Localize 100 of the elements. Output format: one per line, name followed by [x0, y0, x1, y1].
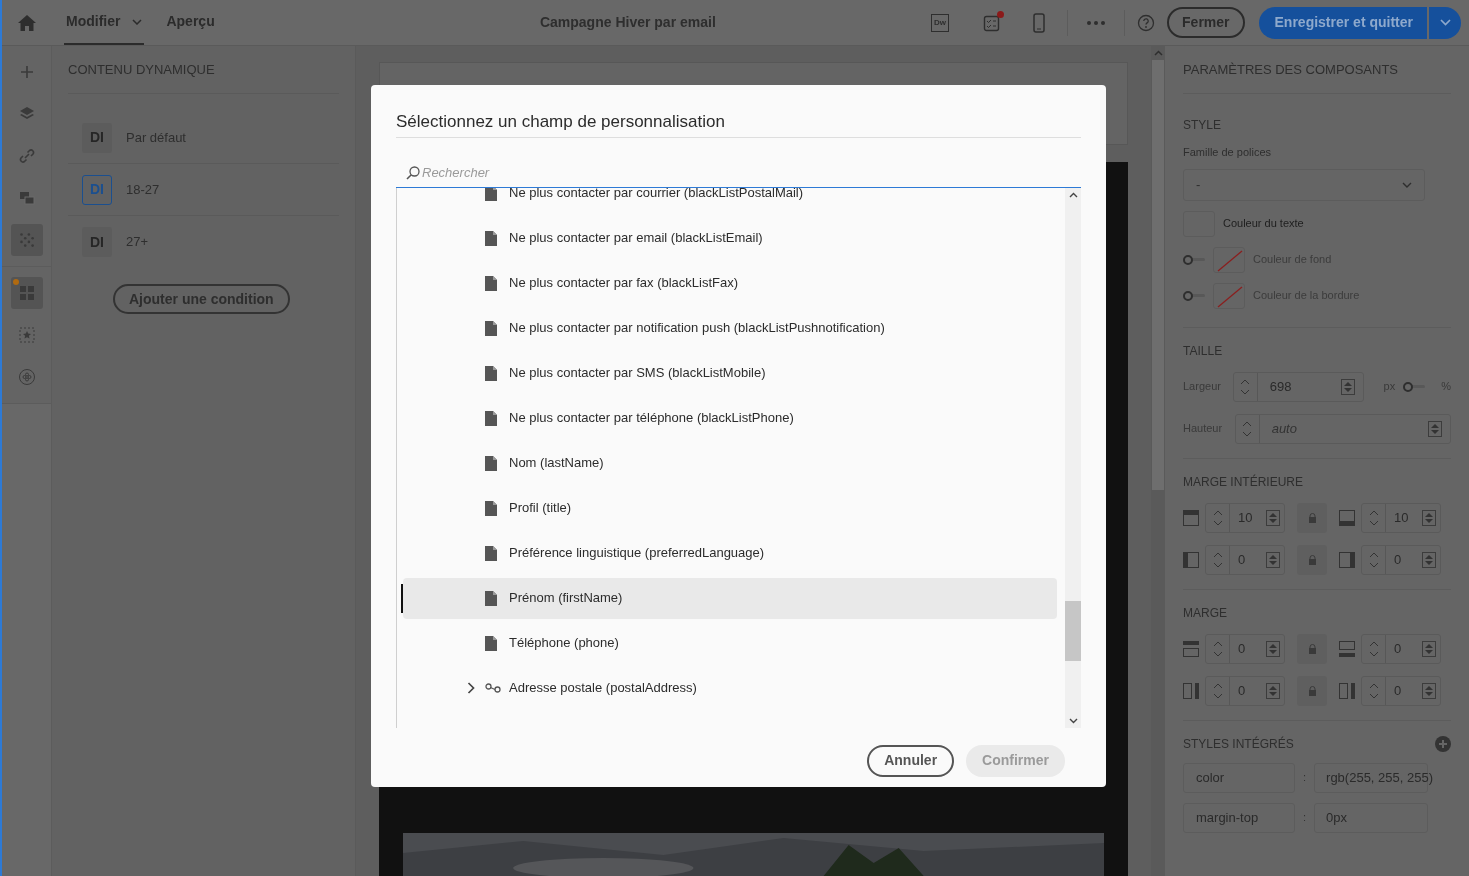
lock-button[interactable]: [1297, 675, 1327, 706]
caret-icon: [132, 18, 143, 25]
scroll-down-icon[interactable]: [1068, 717, 1078, 724]
color-swatch[interactable]: [1213, 246, 1245, 273]
save-and-quit-button[interactable]: Enregistrer et quitter: [1258, 6, 1427, 39]
mobile-icon[interactable]: [1033, 12, 1046, 33]
tree-item[interactable]: Préférence linguistique (preferredLanguage): [403, 532, 1057, 574]
tree-item[interactable]: Profil (title): [403, 487, 1057, 529]
tree-item[interactable]: Ne plus contacter par fax (blackListFax): [403, 262, 1057, 304]
document-icon: [485, 500, 497, 516]
stepper-icon[interactable]: [1266, 682, 1280, 699]
document-icon: [485, 410, 497, 426]
scrollbar[interactable]: [1151, 46, 1165, 876]
scrollbar[interactable]: [1065, 187, 1081, 728]
unit-label: %: [1441, 379, 1451, 395]
document-icon: [485, 635, 497, 651]
lock-button[interactable]: [1297, 502, 1327, 533]
document-icon: [485, 320, 497, 336]
number-field[interactable]: 0: [1205, 633, 1285, 664]
tree-item[interactable]: Ne plus contacter par courrier (blackListPostalMail): [403, 187, 1057, 214]
chevron-right-icon[interactable]: [467, 682, 475, 694]
document-icon: [485, 590, 497, 606]
property-field[interactable]: margin-top: [1183, 802, 1295, 833]
rail-button[interactable]: [10, 277, 43, 309]
tree-item[interactable]: Ne plus contacter par email (blackListEmail): [403, 217, 1057, 259]
more-icon[interactable]: [1086, 19, 1107, 26]
help-icon[interactable]: [1137, 13, 1156, 32]
close-button[interactable]: Fermer: [1167, 7, 1245, 38]
tree-item[interactable]: Ne plus contacter par notification push (blackListPushnotification): [403, 307, 1057, 349]
save-options-button[interactable]: [1429, 6, 1461, 39]
toggle-switch[interactable]: [1183, 254, 1205, 265]
pad-right-icon: [1339, 551, 1355, 568]
document-icon: [485, 275, 497, 291]
field-name: Ne plus contacter par téléphone (blackListPhone): [509, 409, 794, 428]
field-name: Préférence linguistique (preferredLanguage): [509, 544, 765, 563]
pad-left-icon: [1183, 551, 1199, 568]
field-name: Ne plus contacter par courrier (blackListPostalMail): [509, 187, 804, 203]
number-field[interactable]: 0: [1205, 544, 1285, 575]
mode-tab[interactable]: Aperçu: [164, 0, 217, 45]
pad-top-icon: [1183, 509, 1199, 526]
value-field[interactable]: 0px: [1314, 802, 1429, 833]
stepper-icon[interactable]: [1266, 509, 1280, 526]
relation-icon: [485, 683, 501, 693]
font-select[interactable]: -: [1183, 168, 1425, 201]
margin-top-icon: [1183, 640, 1199, 657]
property-field[interactable]: color: [1183, 762, 1295, 793]
tree-item[interactable]: Prénom (firstName): [403, 577, 1057, 619]
lock-button[interactable]: [1297, 633, 1327, 664]
number-field[interactable]: 0: [1361, 544, 1441, 575]
margin-right-icon: [1339, 682, 1355, 699]
tree-item[interactable]: Ne plus contacter par SMS (blackListMobile): [403, 352, 1057, 394]
stepper-icon[interactable]: [1422, 682, 1436, 699]
document-icon: [485, 230, 497, 246]
number-field[interactable]: 10: [1361, 502, 1441, 533]
cancel-button[interactable]: Annuler: [867, 744, 955, 777]
stepper-icon[interactable]: [1340, 378, 1355, 395]
color-swatch[interactable]: [1213, 282, 1245, 309]
number-field[interactable]: 0: [1361, 633, 1441, 664]
stepper-icon[interactable]: [1266, 640, 1280, 657]
lock-button[interactable]: [1297, 544, 1327, 575]
dreamweaver-button[interactable]: Dw: [931, 13, 950, 32]
scroll-thumb[interactable]: [1065, 600, 1081, 661]
document-icon: [485, 455, 497, 471]
number-field[interactable]: 0: [1361, 675, 1441, 706]
field-name: Adresse postale (postalAddress): [509, 679, 697, 698]
number-field[interactable]: 10: [1205, 502, 1285, 533]
margin-bottom-icon: [1339, 640, 1355, 657]
campaign-title: Campagne Hiver par email: [539, 13, 716, 32]
toggle-switch[interactable]: [1403, 381, 1426, 392]
lock-icon: [1307, 643, 1317, 654]
field-name: Ne plus contacter par notification push (blackListPushnotification): [509, 319, 885, 338]
stepper-icon[interactable]: [1266, 551, 1280, 568]
separator: :: [1302, 810, 1308, 826]
toggle-switch[interactable]: [1183, 290, 1205, 301]
stepper-icon[interactable]: [1422, 640, 1436, 657]
tree-item[interactable]: Nom (lastName): [403, 442, 1057, 484]
stepper-icon[interactable]: [1422, 551, 1436, 568]
lock-icon: [1307, 554, 1317, 565]
lock-icon: [1307, 512, 1317, 523]
search-field[interactable]: Rechercher: [396, 159, 1081, 188]
tree-item[interactable]: Adresse postale (postalAddress): [403, 667, 1057, 709]
field-name: Ne plus contacter par fax (blackListFax): [509, 274, 739, 293]
stepper-icon[interactable]: [1428, 420, 1442, 437]
stepper-icon[interactable]: [1422, 509, 1436, 526]
chevron-down-icon: [1439, 19, 1451, 26]
tree-item[interactable]: Téléphone (phone): [403, 622, 1057, 664]
field-name: Téléphone (phone): [509, 634, 619, 653]
scroll-up-icon[interactable]: [1068, 191, 1078, 198]
variant-badge: DI: [82, 174, 112, 205]
number-field[interactable]: 0: [1205, 675, 1285, 706]
separator: :: [1302, 770, 1308, 786]
rail-button[interactable]: [10, 224, 43, 256]
margin-left-icon: [1183, 682, 1199, 699]
field-name: Nom (lastName): [509, 454, 604, 473]
document-icon: [485, 545, 497, 561]
checklist-icon[interactable]: [983, 13, 1002, 32]
tree-item[interactable]: Ne plus contacter par téléphone (blackListPhone): [403, 397, 1057, 439]
width-field[interactable]: 698: [1232, 371, 1364, 402]
add-icon[interactable]: [1435, 735, 1451, 752]
document-icon: [485, 365, 497, 381]
